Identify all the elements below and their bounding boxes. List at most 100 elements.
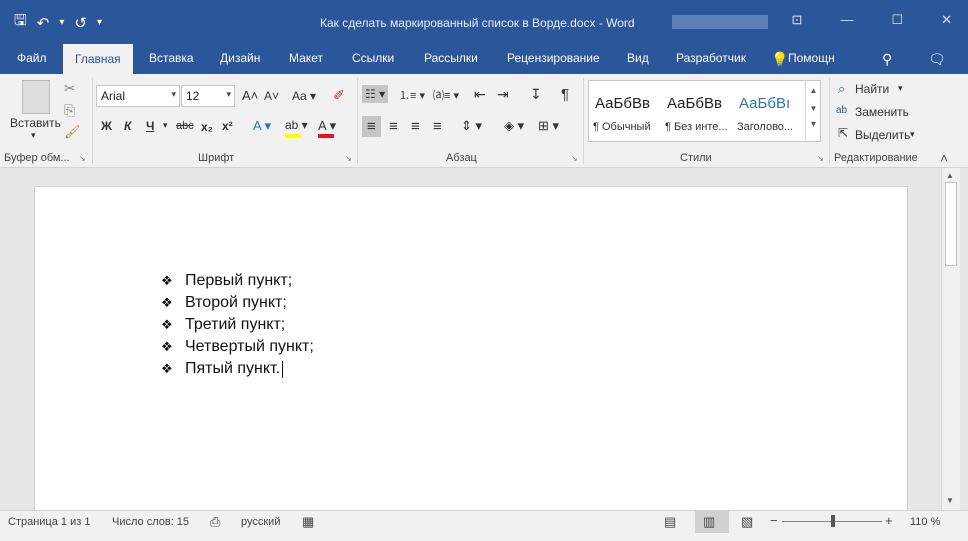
font-name-combo[interactable]: Arial ▾	[96, 85, 180, 107]
close-icon[interactable]: ✕	[941, 12, 952, 28]
underline-dropdown-icon[interactable]: ▾	[163, 120, 168, 131]
styles-scroll-down-icon[interactable]: ▼	[806, 104, 821, 113]
paste-button[interactable]: Вставить	[10, 116, 61, 130]
tell-me-input[interactable]: Помощн	[788, 51, 835, 65]
tab-developer[interactable]: Разработчик	[676, 51, 746, 65]
tab-home[interactable]: Главная	[63, 44, 133, 74]
scroll-down-icon[interactable]: ▼	[946, 496, 954, 505]
style-no-spacing[interactable]: АаБбВв ¶ Без инте...	[661, 81, 733, 141]
align-right-button[interactable]: ≡	[411, 118, 420, 135]
list-item[interactable]: ❖ Первый пункт;	[161, 270, 314, 292]
macro-recording-icon[interactable]: ▦	[302, 514, 314, 530]
tab-mailings[interactable]: Рассылки	[424, 51, 478, 65]
numbering-button[interactable]: ⒈≡ ▾	[399, 87, 425, 103]
font-size-combo[interactable]: 12 ▾	[181, 85, 235, 107]
scroll-up-icon[interactable]: ▲	[946, 171, 954, 180]
shading-button[interactable]: ◈ ▾	[504, 118, 524, 134]
undo-icon[interactable]: ↶	[37, 14, 50, 32]
font-color-icon[interactable]: A ▾	[318, 118, 336, 134]
undo-dropdown-icon[interactable]: ▾	[59, 17, 64, 28]
superscript-button[interactable]: x²	[222, 119, 233, 133]
replace-button[interactable]: Заменить	[855, 105, 909, 119]
underline-button[interactable]: Ч	[146, 119, 154, 133]
tab-view[interactable]: Вид	[627, 51, 649, 65]
highlight-color-icon[interactable]: ab ▾	[285, 118, 308, 132]
zoom-in-button[interactable]: +	[885, 513, 893, 528]
multilevel-list-button[interactable]: ⒜≡ ▾	[433, 87, 459, 103]
sort-icon[interactable]: ↧	[530, 86, 542, 103]
copy-icon[interactable]: ⎘	[64, 102, 75, 119]
account-name-redacted	[672, 15, 768, 29]
borders-button[interactable]: ⊞ ▾	[538, 118, 559, 134]
style-sample: АаБбВı	[739, 95, 791, 112]
print-layout-icon[interactable]: ▥	[703, 514, 715, 530]
zoom-out-button[interactable]: −	[770, 513, 778, 528]
list-item[interactable]: ❖ Второй пункт;	[161, 292, 314, 314]
save-icon[interactable]: 🖫	[14, 10, 27, 35]
paragraph-launcher-icon[interactable]: ↘	[571, 154, 578, 163]
style-heading-1[interactable]: АаБбВı Заголово...	[733, 81, 805, 141]
align-center-button[interactable]: ≡	[389, 118, 398, 135]
zoom-slider-thumb[interactable]	[831, 515, 835, 527]
styles-scroll-up-icon[interactable]: ▲	[806, 86, 821, 95]
font-launcher-icon[interactable]: ↘	[345, 154, 352, 163]
web-layout-icon[interactable]: ▧	[741, 514, 753, 530]
find-button[interactable]: Найти	[855, 82, 889, 96]
decrease-indent-icon[interactable]: ⇤	[474, 86, 486, 103]
tab-layout[interactable]: Макет	[289, 51, 323, 65]
word-count[interactable]: Число слов: 15	[112, 516, 189, 528]
clear-formatting-icon[interactable]: ✐	[333, 87, 345, 104]
document-page[interactable]: ❖ Первый пункт; ❖ Второй пункт; ❖ Третий…	[34, 186, 908, 516]
style-normal[interactable]: АаБбВв ¶ Обычный	[589, 81, 661, 141]
zoom-level[interactable]: 110 %	[910, 516, 940, 528]
vertical-scrollbar[interactable]: ▲ ▼	[941, 168, 960, 510]
bold-button[interactable]: Ж	[101, 119, 112, 133]
line-spacing-button[interactable]: ⇕ ▾	[461, 118, 482, 134]
justify-button[interactable]: ≡	[433, 118, 442, 135]
list-item[interactable]: ❖ Четвертый пункт;	[161, 336, 314, 358]
collapse-ribbon-icon[interactable]: ˄	[940, 150, 948, 166]
change-case-icon[interactable]: Aa ▾	[292, 89, 316, 103]
format-painter-icon[interactable]: 🖌	[64, 124, 81, 140]
ribbon-display-options-icon[interactable]: ⊡	[792, 12, 803, 28]
select-dropdown-icon[interactable]: ▾	[910, 129, 915, 140]
styles-launcher-icon[interactable]: ↘	[817, 154, 824, 163]
account-icon[interactable]: ⚲	[882, 51, 892, 68]
find-dropdown-icon[interactable]: ▾	[898, 83, 903, 94]
subscript-button[interactable]: x₂	[201, 120, 213, 134]
styles-more-icon[interactable]: ▾	[806, 119, 821, 130]
select-button[interactable]: Выделить	[855, 128, 910, 142]
tab-file[interactable]: Файл	[17, 51, 47, 65]
cut-icon[interactable]: ✂	[64, 80, 76, 97]
minimize-icon[interactable]: —	[840, 12, 853, 28]
list-item[interactable]: ❖ Пятый пункт.	[161, 358, 314, 380]
tab-review[interactable]: Рецензирование	[507, 51, 600, 65]
italic-button[interactable]: К	[124, 119, 131, 133]
page-count[interactable]: Страница 1 из 1	[8, 516, 90, 528]
bullets-button[interactable]: ☷ ▾	[362, 85, 389, 103]
tab-insert[interactable]: Вставка	[149, 51, 194, 65]
maximize-icon[interactable]: ☐	[891, 12, 903, 28]
increase-indent-icon[interactable]: ⇥	[497, 86, 509, 103]
grow-font-icon[interactable]: A˄	[242, 88, 258, 103]
paste-icon[interactable]	[22, 80, 50, 114]
customize-qat-icon[interactable]: ▾	[97, 17, 102, 28]
tab-design[interactable]: Дизайн	[220, 51, 260, 65]
tab-references[interactable]: Ссылки	[352, 51, 394, 65]
scrollbar-thumb[interactable]	[945, 182, 957, 266]
align-left-button[interactable]: ≡	[362, 116, 381, 137]
paste-dropdown-icon[interactable]: ▾	[31, 130, 36, 141]
list-item[interactable]: ❖ Третий пункт;	[161, 314, 314, 336]
comments-icon[interactable]: 🗨	[928, 51, 946, 68]
separator	[829, 78, 830, 164]
language-indicator[interactable]: русский	[241, 516, 280, 528]
proofing-icon[interactable]: ⎙	[210, 514, 220, 530]
clipboard-launcher-icon[interactable]: ↘	[79, 154, 86, 163]
text-effects-icon[interactable]: A ▾	[253, 118, 271, 134]
read-mode-icon[interactable]: ▤	[664, 514, 676, 530]
strikethrough-button[interactable]: abc	[176, 120, 194, 132]
bulleted-list[interactable]: ❖ Первый пункт; ❖ Второй пункт; ❖ Третий…	[161, 270, 314, 380]
show-formatting-icon[interactable]: ¶	[561, 86, 569, 103]
redo-icon[interactable]: ↺	[74, 14, 87, 32]
shrink-font-icon[interactable]: A˅	[264, 89, 279, 103]
